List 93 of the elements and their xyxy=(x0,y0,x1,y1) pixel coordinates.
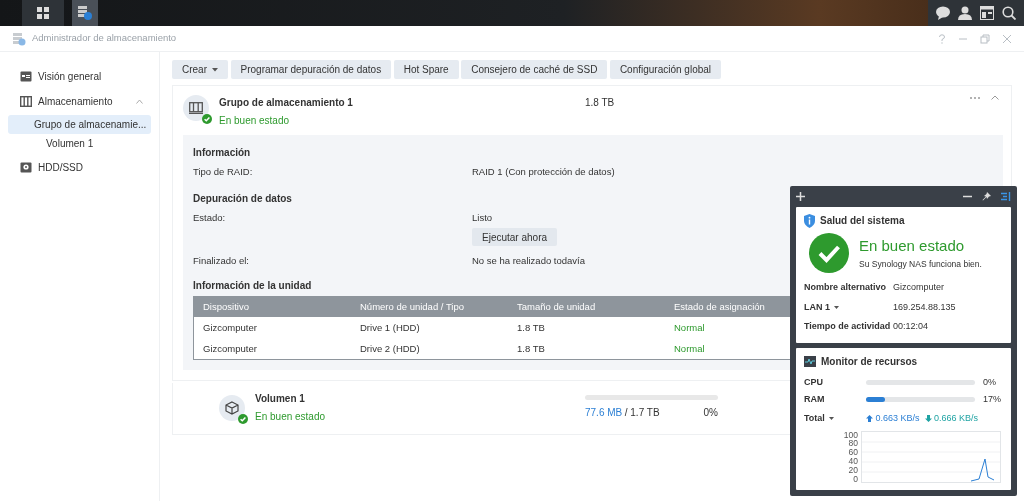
section-heading: Información xyxy=(193,145,251,160)
volume-title: Volumen 1 xyxy=(255,392,306,407)
field-value: Listo xyxy=(472,210,494,225)
table-cell: Gizcomputer xyxy=(203,342,257,354)
run-now-button[interactable]: Ejecutar ahora xyxy=(472,228,558,246)
meter-label: RAM xyxy=(804,393,826,406)
collapse-panel-icon[interactable] xyxy=(1001,192,1011,201)
field-label: Estado: xyxy=(193,210,227,225)
check-icon xyxy=(238,413,248,424)
download-rate: 0.666 KB/s xyxy=(934,411,979,425)
sidebar-item[interactable]: Visión general xyxy=(0,65,151,87)
storage-icon xyxy=(20,95,32,107)
widget-title: Monitor de recursos xyxy=(821,354,918,369)
table-cell: Normal xyxy=(674,321,705,333)
column-header: Tamaño de unidad xyxy=(517,301,596,313)
monitor-icon xyxy=(804,355,816,367)
section-heading: Información de la unidad xyxy=(193,279,312,294)
table-cell: 1.8 TB xyxy=(517,342,545,354)
column-header: Estado de asignación xyxy=(674,301,765,313)
app-icon xyxy=(12,31,26,46)
axis-label: 40 xyxy=(847,457,858,467)
sidebar-item[interactable]: Volumen 1 xyxy=(8,134,151,153)
chevron-up-icon xyxy=(136,98,143,104)
axis-label: 60 xyxy=(847,448,858,458)
widget-icon[interactable] xyxy=(980,6,994,20)
meter-reading: 17% xyxy=(983,393,1002,406)
pool-status: En buen estado xyxy=(219,113,291,128)
check-icon xyxy=(202,114,212,124)
storage-app-button[interactable] xyxy=(72,0,98,26)
pool-title: Grupo de almacenamiento 1 xyxy=(219,96,354,110)
info-value: 169.254.88.135 xyxy=(893,300,956,314)
table-cell: Drive 1 (HDD) xyxy=(360,321,420,333)
apps-button[interactable] xyxy=(22,0,64,26)
info-shield-icon xyxy=(804,213,815,228)
info-label: Nombre alternativo xyxy=(804,281,888,294)
overview-icon xyxy=(20,70,32,82)
upload-icon xyxy=(866,414,873,422)
caret-icon xyxy=(212,68,218,73)
health-status: En buen estado xyxy=(859,236,966,257)
pool-size: 1.8 TB xyxy=(585,96,615,110)
toolbar-button[interactable]: Consejero de caché de SSD xyxy=(461,60,608,79)
user-icon[interactable] xyxy=(958,6,972,20)
storage-icon xyxy=(78,6,92,20)
health-message: Su Synology NAS funciona bien. xyxy=(859,257,982,271)
table-cell: Normal xyxy=(674,342,705,354)
meter-reading: 0% xyxy=(983,375,997,389)
window-title: Administrador de almacenamiento xyxy=(32,31,177,46)
total-size: / 1.7 TB xyxy=(624,406,660,420)
meter-label: CPU xyxy=(804,375,824,389)
field-label: Finalizado el: xyxy=(193,254,250,268)
toolbar-button[interactable]: Crear xyxy=(172,60,228,79)
caret-icon xyxy=(834,305,839,309)
info-value: 00:12:04 xyxy=(893,320,929,333)
grid-icon xyxy=(37,7,49,19)
search-icon[interactable] xyxy=(1002,6,1016,20)
chat-icon[interactable] xyxy=(936,6,950,20)
table-cell: 1.8 TB xyxy=(517,321,545,333)
pin-icon[interactable] xyxy=(982,192,991,201)
chevron-up-icon[interactable] xyxy=(991,95,999,100)
table-cell: Drive 2 (HDD) xyxy=(360,342,420,354)
caret-icon xyxy=(828,416,834,420)
section-heading: Depuración de datos xyxy=(193,191,292,206)
storage-pool-icon xyxy=(189,102,203,114)
info-label: Tiempo de actividad xyxy=(804,320,892,333)
drive-icon xyxy=(20,161,32,173)
widget-title: Salud del sistema xyxy=(820,214,905,228)
download-icon xyxy=(924,414,932,422)
sidebar-item[interactable]: Almacenamiento xyxy=(0,90,151,112)
toolbar-button[interactable]: Configuración global xyxy=(609,60,722,79)
volume-status: En buen estado xyxy=(255,409,327,424)
check-circle-icon xyxy=(809,233,849,273)
info-value: Gizcomputer xyxy=(893,281,945,294)
info-label[interactable]: LAN 1 xyxy=(804,300,893,314)
usage-percent: 0% xyxy=(703,406,718,420)
sidebar-item[interactable]: Grupo de almacenamie... xyxy=(8,115,151,134)
axis-label: 20 xyxy=(847,466,858,476)
sidebar-item[interactable]: HDD/SSD xyxy=(0,156,151,178)
axis-label: 100 xyxy=(842,430,858,440)
cube-icon xyxy=(225,400,239,415)
field-value: RAID 1 (Con protección de datos) xyxy=(472,164,615,179)
table-cell: Gizcomputer xyxy=(203,321,257,333)
add-icon[interactable] xyxy=(796,192,805,201)
toolbar-button[interactable]: Hot Spare xyxy=(393,60,459,79)
toolbar-button[interactable]: Programar depuración de datos xyxy=(230,60,392,79)
column-header: Número de unidad / Tipo xyxy=(360,301,465,313)
used-size: 77.6 MB xyxy=(585,406,623,420)
total-selector[interactable]: Total xyxy=(804,411,866,425)
column-header: Dispositivo xyxy=(203,301,249,313)
axis-label: 80 xyxy=(847,439,858,449)
axis-label: 0 xyxy=(852,475,858,485)
upload-rate: 0.663 KB/s xyxy=(875,411,920,425)
field-value: No se ha realizado todavía xyxy=(472,254,586,268)
field-label: Tipo de RAID: xyxy=(193,164,254,179)
